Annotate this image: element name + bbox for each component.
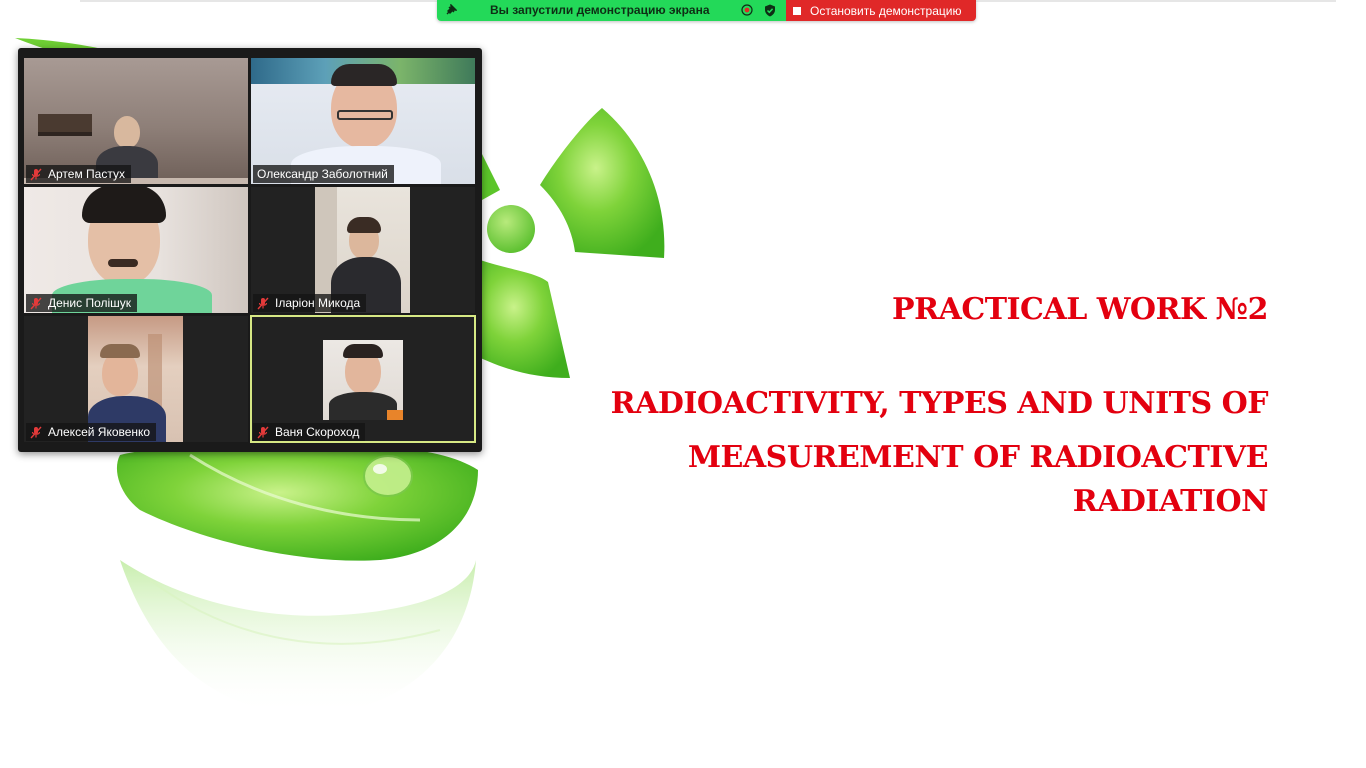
participant-tile[interactable]: Артем Пастух [24,58,248,184]
participant-tile[interactable]: Алексей Яковенко [24,316,248,442]
recording-icon [741,4,753,16]
participant-name: Артем Пастух [48,167,125,181]
participant-tile[interactable]: Олександр Заболотний [251,58,475,184]
participant-name-tag: Артем Пастух [26,165,131,183]
muted-mic-icon [257,297,269,309]
slide-subtitle-line: RADIOACTIVITY, TYPES AND UNITS OF [610,386,1269,421]
share-status-section: Вы запустили демонстрацию экрана [437,0,786,21]
muted-mic-icon [30,297,42,309]
participant-name-tag: Денис Полішук [26,294,138,312]
participant-name-tag: Олександр Заболотний [253,165,394,183]
participant-name: Іларіон Микода [275,296,361,310]
participant-name: Алексей Яковенко [48,425,151,439]
participant-name: Денис Полішук [48,296,132,310]
participant-hair [343,344,383,358]
participant-hair [100,344,140,358]
video-gallery[interactable]: Артем Пастух Олександр Заболотний Денис … [18,48,482,452]
participant-name: Ваня Скороход [275,425,360,439]
slide-text-block: PRACTICAL WORK №2 RADIOACTIVITY, TYPES A… [568,290,1269,524]
glasses [337,110,393,120]
participant-tile[interactable]: Іларіон Микода [251,187,475,313]
participant-hair [331,64,397,86]
participant-name: Олександр Заболотний [257,167,388,181]
shelf [38,114,92,132]
participant-name-tag: Іларіон Микода [253,294,367,312]
share-status-text: Вы запустили демонстрацию экрана [490,3,710,17]
muted-mic-icon [30,426,42,438]
participant-tile-active[interactable]: Ваня Скороход [250,315,476,443]
participant-name-tag: Алексей Яковенко [26,423,157,441]
participant-moustache [108,259,138,267]
participant-hair [82,187,166,223]
background-object [387,410,403,420]
video-feed [323,340,403,420]
screen-share-bar: Вы запустили демонстрацию экрана Останов… [437,0,976,21]
shield-icon[interactable] [764,4,776,17]
slide-subtitle-line: RADIATION [1072,484,1269,519]
muted-mic-icon [30,168,42,180]
pin-icon[interactable] [445,4,457,16]
participant-tile[interactable]: Денис Полішук [24,187,248,313]
screen: PRACTICAL WORK №2 RADIOACTIVITY, TYPES A… [0,0,1366,768]
stop-icon [793,6,801,15]
muted-mic-icon [257,426,269,438]
participant-head [114,116,140,148]
participant-name-tag: Ваня Скороход [253,423,366,441]
shelf-edge [38,132,92,136]
slide-subtitle-line: MEASUREMENT OF RADIOACTIVE [687,440,1269,475]
slide-subtitle: RADIOACTIVITY, TYPES AND UNITS OF MEASUR… [568,382,1269,524]
slide-title: PRACTICAL WORK №2 [892,292,1268,327]
participant-hair [347,217,381,233]
stop-share-label: Остановить демонстрацию [810,3,962,18]
stop-share-button[interactable]: Остановить демонстрацию [786,0,976,21]
